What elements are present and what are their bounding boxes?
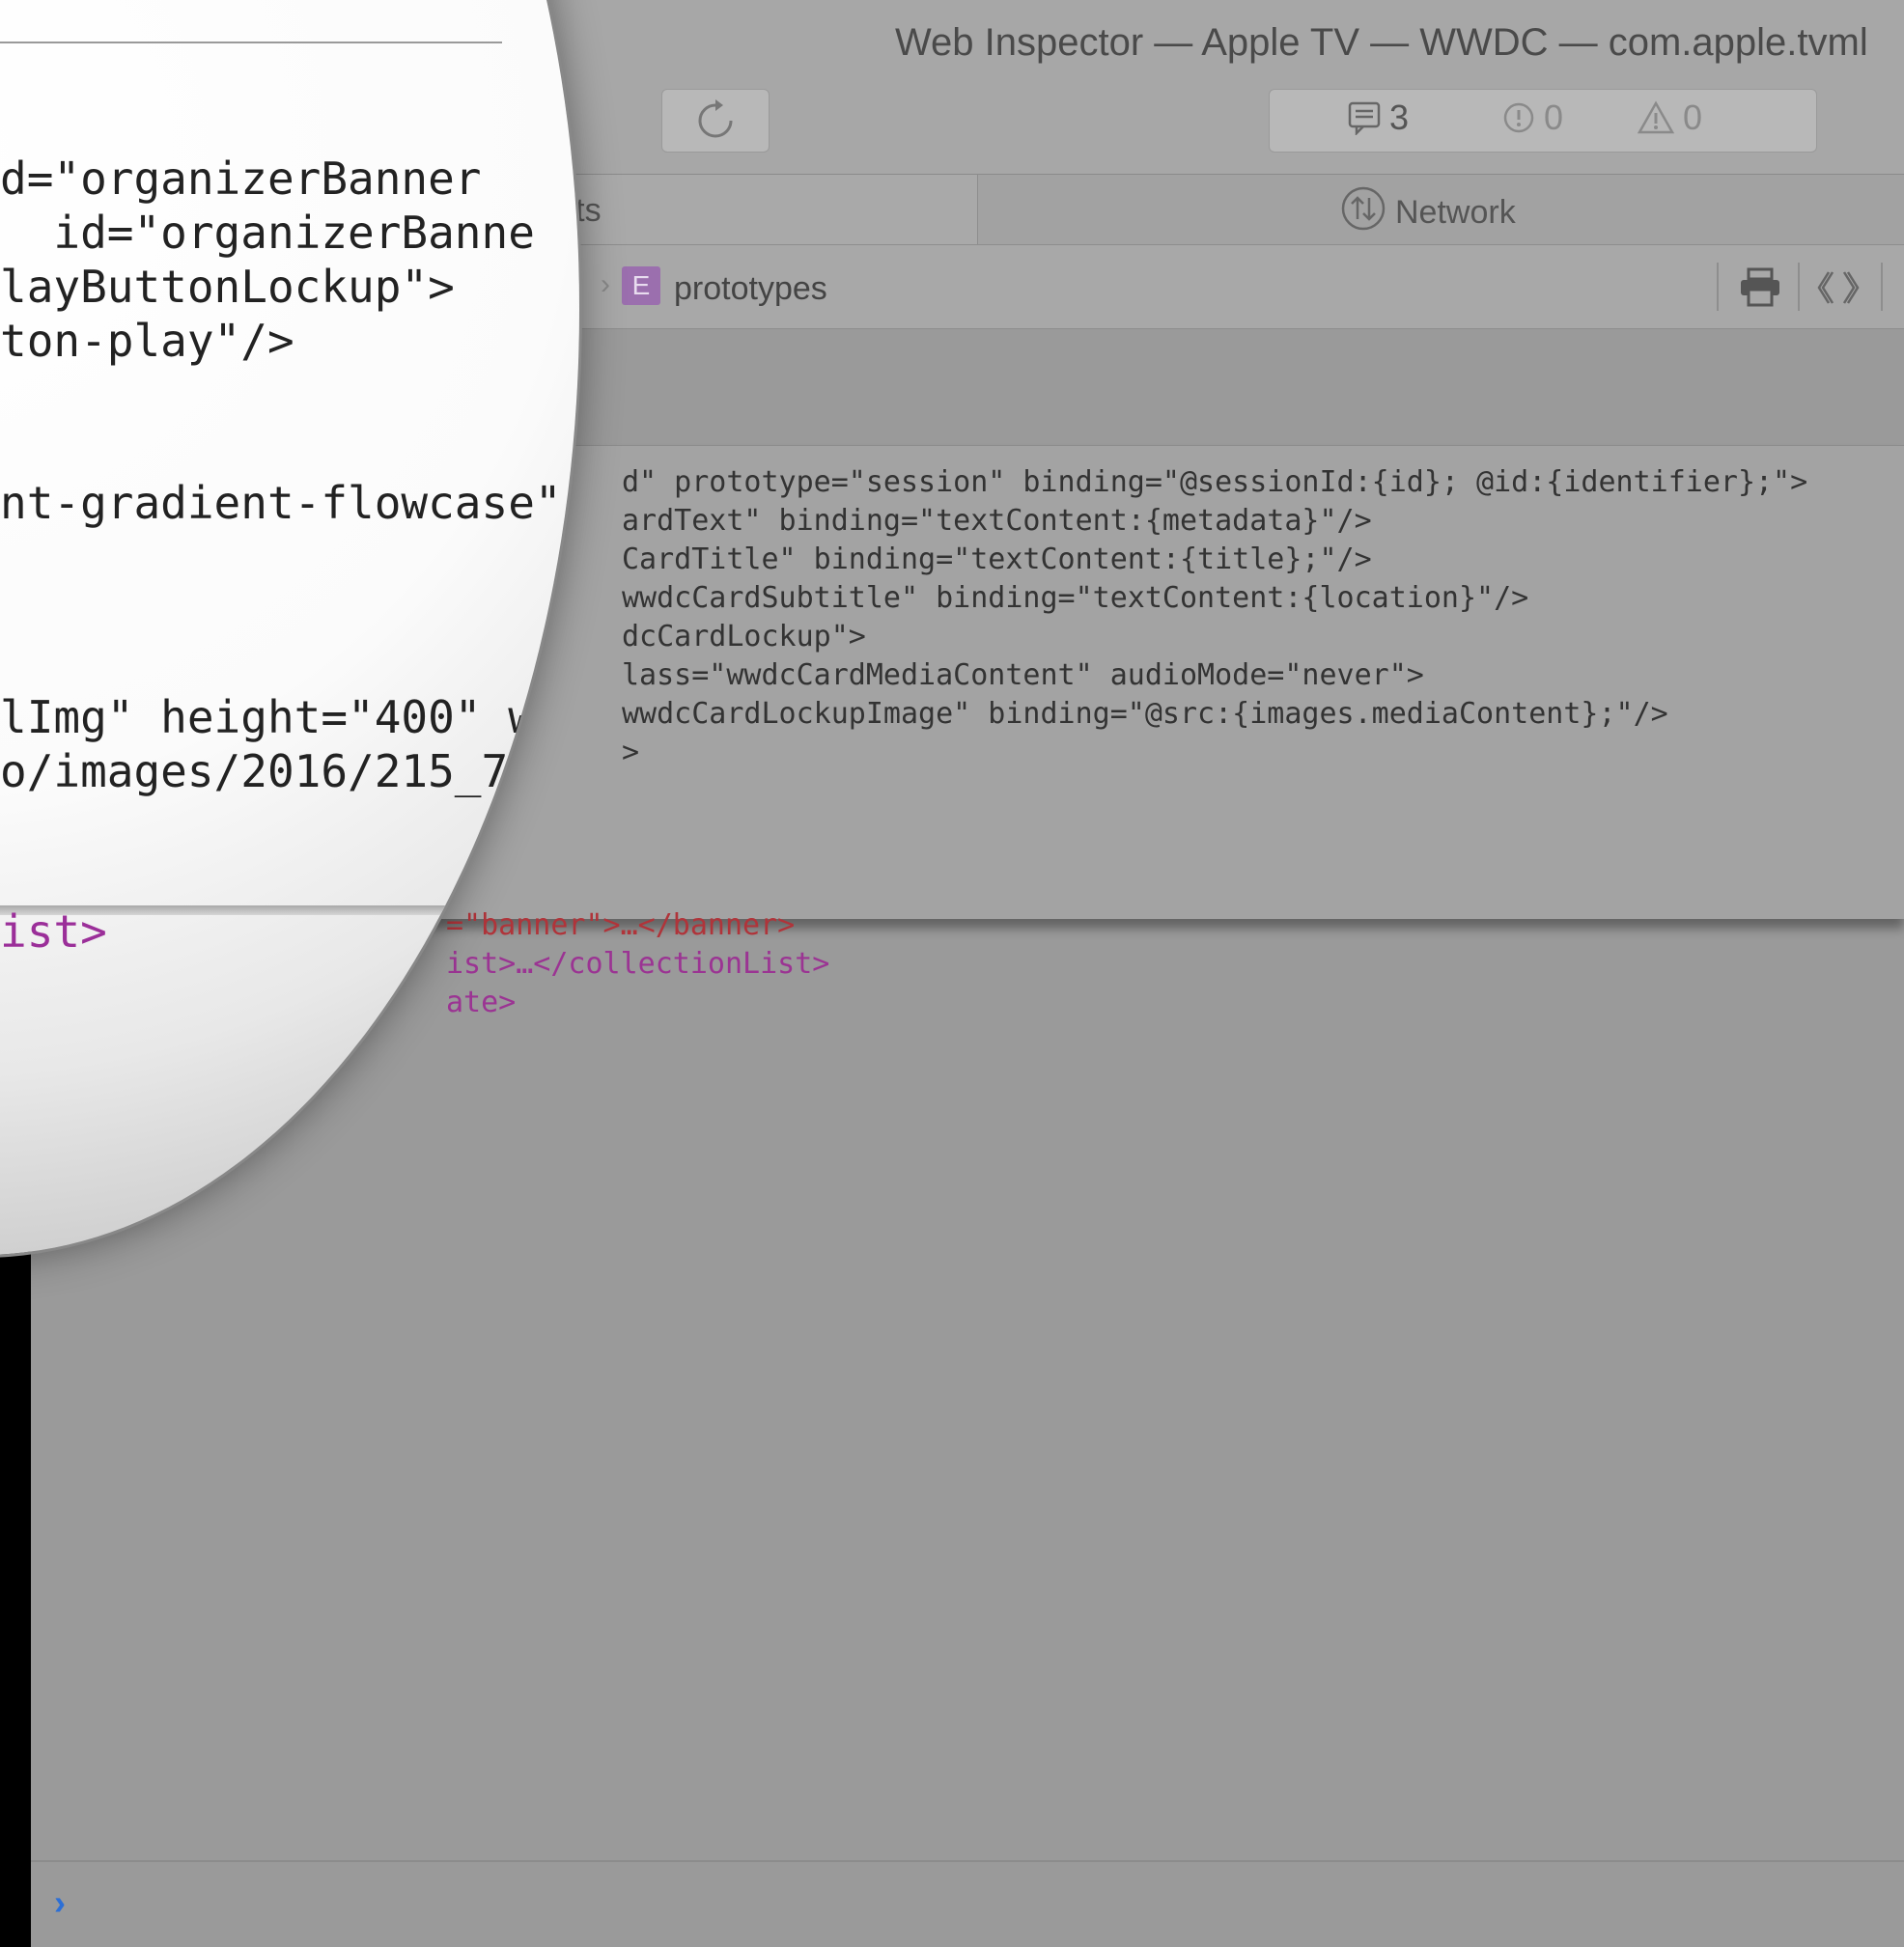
- magnified-code-line: id="organizerBanne: [0, 207, 535, 259]
- magnified-code-line: ist>: [0, 905, 107, 958]
- console-prompt[interactable]: ›: [54, 1882, 66, 1923]
- element-badge-icon: E: [622, 266, 660, 305]
- code-line: >: [622, 736, 640, 769]
- console-counters[interactable]: 3 0 0: [1269, 89, 1817, 153]
- breadcrumb-prototypes[interactable]: prototypes: [674, 270, 827, 308]
- code-line: ardText" binding="textContent:{metadata}…: [622, 504, 1372, 538]
- log-counter[interactable]: 3: [1347, 97, 1409, 138]
- magnified-content: d="organizerBanner id="organizerBanne la…: [0, 0, 579, 1255]
- code-line: CardTitle" binding="textContent:{title};…: [622, 542, 1372, 576]
- warning-icon: [1637, 100, 1675, 134]
- log-icon: [1348, 101, 1381, 135]
- screen: Web Inspector — Apple TV — WWDC — com.ap…: [0, 0, 1904, 1947]
- print-icon[interactable]: [1738, 266, 1782, 309]
- magnified-divider: [0, 42, 502, 43]
- error-icon: [1503, 102, 1534, 133]
- window-title: Web Inspector — Apple TV — WWDC — com.ap…: [895, 21, 1868, 64]
- magnified-code-line: layButtonLockup">: [0, 261, 455, 313]
- warning-counter[interactable]: 0: [1637, 97, 1702, 138]
- magnified-code-line: lImg" height="400" wi: [0, 691, 562, 743]
- code-line: lass="wwdcCardMediaContent" audioMode="n…: [622, 658, 1424, 692]
- error-count: 0: [1544, 97, 1564, 137]
- network-icon: [1341, 186, 1386, 231]
- breadcrumb-separator: ›: [601, 268, 610, 300]
- magnified-code-line: nt-gradient-flowcase": [0, 477, 562, 529]
- code-line: wwdcCardLockupImage" binding="@src:{imag…: [622, 697, 1668, 731]
- log-count: 3: [1389, 97, 1410, 137]
- toolbar-divider: [1717, 263, 1719, 311]
- reload-button[interactable]: [661, 89, 770, 153]
- error-counter[interactable]: 0: [1501, 97, 1563, 138]
- magnified-code-line: o/images/2016/215_7: [0, 745, 509, 797]
- magnified-code-line: d="organizerBanner: [0, 153, 482, 205]
- tab-network[interactable]: Network: [978, 175, 1904, 244]
- magnified-code-line: ton-play"/>: [0, 315, 294, 367]
- reload-icon: [698, 99, 733, 138]
- toolbar-divider: [1798, 263, 1800, 311]
- toolbar-divider: [1881, 263, 1883, 311]
- source-icon[interactable]: [1817, 266, 1860, 309]
- warning-count: 0: [1683, 97, 1703, 137]
- magnifier-lens: d="organizerBanner id="organizerBanne la…: [0, 0, 579, 1255]
- console-divider: [31, 1860, 1904, 1862]
- tab-network-label: Network: [1395, 194, 1516, 231]
- code-line: wwdcCardSubtitle" binding="textContent:{…: [622, 581, 1529, 615]
- code-line: dcCardLockup">: [622, 620, 866, 654]
- code-line: d" prototype="session" binding="@session…: [622, 465, 1808, 499]
